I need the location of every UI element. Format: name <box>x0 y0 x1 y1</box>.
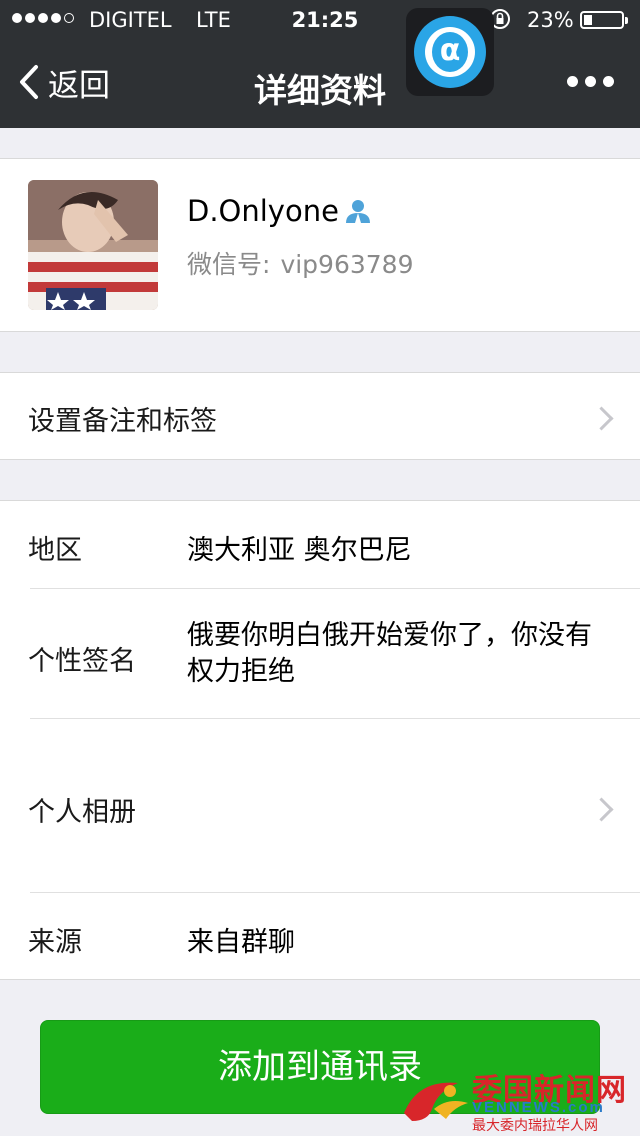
divider <box>30 588 640 589</box>
signature-value: 俄要你明白俄开始爱你了，你没有权力拒绝 <box>187 620 592 687</box>
navigation-bar: 返回 详细资料 <box>0 40 640 128</box>
avatar[interactable] <box>28 180 158 310</box>
contact-name: D.Onlyone <box>187 194 339 228</box>
status-bar: DIGITEL LTE 21:25 23% <box>0 0 640 40</box>
wechat-id-value: vip963789 <box>280 250 414 279</box>
name-row: D.Onlyone <box>187 194 373 228</box>
set-remarks-tags-row[interactable]: 设置备注和标签 <box>0 372 640 460</box>
region-label: 地区 <box>28 535 82 566</box>
page-title: 详细资料 <box>254 71 386 110</box>
watermark-logo-icon <box>404 1082 468 1121</box>
wechat-id-label: 微信号: <box>187 250 271 279</box>
divider <box>30 718 640 719</box>
person-icon <box>345 200 370 223</box>
floating-app-icon[interactable]: α <box>406 8 494 96</box>
watermark: 委国新闻网 VENNEWS.com 最大委内瑞拉华人网 <box>398 1063 640 1136</box>
source-label: 来源 <box>28 927 82 958</box>
top-bar: DIGITEL LTE 21:25 23% 返回 详细资料 α <box>0 0 640 128</box>
battery-level <box>584 15 592 25</box>
watermark-tagline: 最大委内瑞拉华人网 <box>472 1118 598 1134</box>
chevron-right-icon <box>589 406 614 431</box>
more-dots-icon[interactable] <box>567 76 614 87</box>
chevron-right-icon <box>589 797 614 822</box>
battery-percentage: 23% <box>527 8 574 32</box>
remarks-label: 设置备注和标签 <box>28 406 217 437</box>
details-card: 地区 澳大利亚 奥尔巴尼 个性签名 俄要你明白俄开始爱你了，你没有权力拒绝 个人… <box>0 500 640 980</box>
watermark-site: VENNEWS.com <box>472 1099 605 1116</box>
album-label: 个人相册 <box>28 797 136 828</box>
signature-label: 个性签名 <box>28 646 136 677</box>
divider <box>30 892 640 893</box>
region-value: 澳大利亚 奥尔巴尼 <box>187 535 412 566</box>
alpha-icon: α <box>432 32 468 72</box>
profile-card: D.Onlyone 微信号: vip963789 <box>0 158 640 332</box>
battery-icon <box>580 11 628 29</box>
wechat-id: 微信号: vip963789 <box>187 245 413 281</box>
source-value: 来自群聊 <box>187 927 295 958</box>
